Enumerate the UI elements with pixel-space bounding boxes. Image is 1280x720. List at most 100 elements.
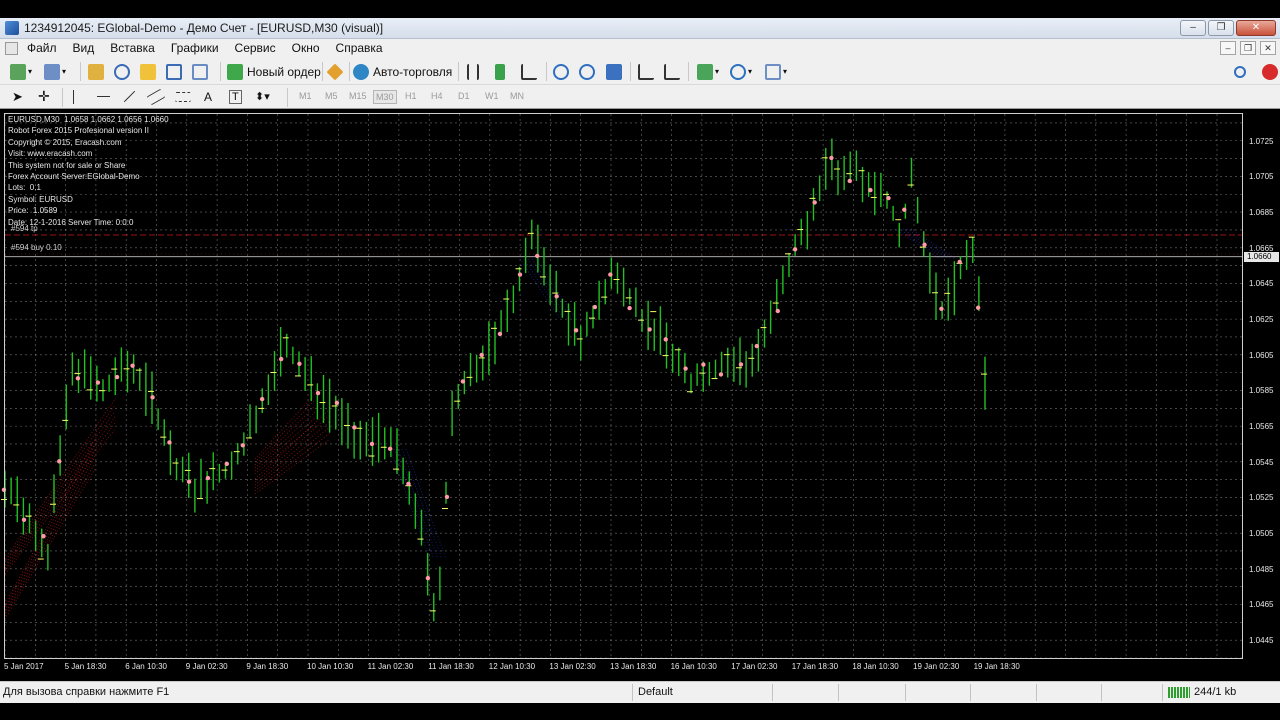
maximize-button[interactable]: ❐ xyxy=(1208,20,1234,36)
timeframe-m30[interactable]: M30 xyxy=(373,90,397,104)
templates-button[interactable]: ▾ xyxy=(765,62,787,81)
bar-chart-button[interactable] xyxy=(467,62,479,81)
zoom-in-button[interactable] xyxy=(553,62,569,81)
time-tick-label: 13 Jan 18:30 xyxy=(610,662,657,671)
status-help-text: Для вызова справки нажмите F1 xyxy=(3,686,170,698)
alert-button[interactable] xyxy=(1262,62,1278,81)
timeframe-m5[interactable]: M5 xyxy=(323,90,340,102)
trendline-tool[interactable] xyxy=(122,87,137,106)
price-tick-label: 1.0645 xyxy=(1249,279,1274,289)
document-icon[interactable] xyxy=(5,42,18,55)
text-tool-icon: A xyxy=(204,89,213,104)
new-chart-icon xyxy=(10,63,26,80)
menu-insert[interactable]: Вставка xyxy=(110,41,163,55)
market-watch-button[interactable] xyxy=(88,62,104,81)
profiles-button[interactable]: ▾ xyxy=(44,62,66,81)
auto-trading-label: Авто-торговля xyxy=(373,64,453,79)
cursor-tool[interactable]: ➤ xyxy=(12,87,23,106)
indicators-button[interactable]: ▾ xyxy=(697,62,719,81)
time-tick-label: 10 Jan 10:30 xyxy=(307,662,354,671)
arrows-tool[interactable]: ⬍▾ xyxy=(255,87,270,106)
vertical-line-tool[interactable] xyxy=(73,87,74,106)
tester-magnifier-icon xyxy=(192,63,208,80)
crosshair-icon: ✛ xyxy=(38,88,50,104)
price-axis[interactable]: 1.0725 1.0705 1.0685 1.0665 1.0645 1.0625 1.06… xyxy=(1243,113,1280,659)
time-tick-label: 18 Jan 10:30 xyxy=(852,662,899,671)
menu-window[interactable]: Окно xyxy=(292,41,328,55)
time-tick-label: 17 Jan 18:30 xyxy=(791,662,839,671)
price-tick-label: 1.0625 xyxy=(1249,315,1274,325)
time-tick-label: 5 Jan 18:30 xyxy=(64,662,107,671)
auto-trading-icon xyxy=(353,63,369,80)
mdi-restore-button[interactable]: ❐ xyxy=(1240,41,1256,55)
menu-help[interactable]: Справка xyxy=(336,41,391,55)
info-line-3: Visit: www.eracash.com xyxy=(8,149,93,159)
info-line-5: Forex Account Server:EGlobal-Demo xyxy=(8,172,140,182)
bar-chart-icon xyxy=(467,63,479,80)
tile-windows-button[interactable] xyxy=(606,62,622,81)
text-tool[interactable]: A xyxy=(204,87,212,106)
crosshair-target-icon xyxy=(114,63,130,80)
text-label-tool[interactable]: T xyxy=(229,87,242,106)
order-tp-label[interactable]: #594 tp xyxy=(11,224,38,233)
info-line-6: Lots: 0.1 xyxy=(8,183,41,193)
timeframe-m1[interactable]: M1 xyxy=(297,90,314,102)
candlestick-button[interactable] xyxy=(495,62,505,81)
equidistant-channel-tool[interactable] xyxy=(146,87,166,106)
horizontal-line-tool[interactable] xyxy=(97,87,110,106)
timeframe-m15[interactable]: M15 xyxy=(347,90,369,102)
menu-view[interactable]: Вид xyxy=(73,41,103,55)
menu-tools[interactable]: Сервис xyxy=(235,41,284,55)
profiles-icon xyxy=(44,63,60,80)
auto-trading-button[interactable]: Авто-торговля xyxy=(353,62,452,81)
market-watch-icon xyxy=(88,63,104,80)
menu-file[interactable]: Файл xyxy=(27,41,65,55)
connection-bars-icon xyxy=(1168,686,1190,698)
text-label-icon: T xyxy=(229,89,242,104)
chart-header: EURUSD,M30 1.0658 1.0662 1.0656 1.0660 xyxy=(8,115,169,124)
tester-button[interactable] xyxy=(192,62,208,81)
close-button[interactable]: ✕ xyxy=(1236,20,1276,36)
bottom-black-strip xyxy=(0,703,1280,720)
minimize-button[interactable]: – xyxy=(1180,20,1206,36)
time-tick-label: 11 Jan 02:30 xyxy=(367,662,414,671)
terminal-button[interactable] xyxy=(166,62,182,81)
status-profile[interactable]: Default xyxy=(638,686,673,698)
search-button[interactable] xyxy=(1234,62,1246,81)
time-tick-label: 11 Jan 18:30 xyxy=(428,662,474,671)
indicators-icon xyxy=(697,63,713,80)
menu-charts[interactable]: Графики xyxy=(171,41,227,55)
alert-icon xyxy=(1262,63,1278,80)
trendline-icon xyxy=(123,90,136,103)
mdi-close-button[interactable]: ✕ xyxy=(1260,41,1276,55)
line-chart-button[interactable] xyxy=(521,62,537,81)
timeframe-w1[interactable]: W1 xyxy=(483,90,501,102)
navigator-button[interactable] xyxy=(140,62,156,81)
zoom-in-icon xyxy=(553,63,569,80)
terminal-icon xyxy=(166,63,182,80)
periods-button[interactable]: ▾ xyxy=(730,62,752,81)
mdi-minimize-button[interactable]: – xyxy=(1220,41,1236,55)
time-tick-label: 13 Jan 02:30 xyxy=(549,662,596,671)
zoom-out-button[interactable] xyxy=(579,62,595,81)
auto-scroll-button[interactable] xyxy=(638,62,654,81)
status-bar: Для вызова справки нажмите F1 Default 24… xyxy=(0,681,1280,703)
order-buy-label[interactable]: #594 buy 0.10 xyxy=(11,243,62,252)
new-order-button[interactable]: Новый ордер xyxy=(227,62,321,81)
price-tick-label: 1.0705 xyxy=(1249,172,1274,182)
timeframe-h4[interactable]: H4 xyxy=(429,90,445,102)
timeframe-mn[interactable]: MN xyxy=(508,90,526,102)
chart-shift-button[interactable] xyxy=(664,62,680,81)
line-chart-icon xyxy=(521,63,537,80)
crosshair-tool[interactable]: ✛ xyxy=(38,87,50,106)
time-tick-label: 6 Jan 10:30 xyxy=(125,662,167,671)
timeframe-d1[interactable]: D1 xyxy=(456,90,472,102)
price-tick-label: 1.0485 xyxy=(1249,564,1274,574)
chart-window[interactable]: EURUSD,M30 1.0658 1.0662 1.0656 1.0660 R… xyxy=(0,109,1280,681)
price-tick-label: 1.0685 xyxy=(1249,208,1274,218)
new-chart-button[interactable]: ▾ xyxy=(10,62,32,81)
timeframe-h1[interactable]: H1 xyxy=(403,90,419,102)
data-window-button[interactable] xyxy=(114,62,130,81)
fibonacci-tool[interactable] xyxy=(175,87,191,106)
metaeditor-button[interactable] xyxy=(326,62,344,81)
